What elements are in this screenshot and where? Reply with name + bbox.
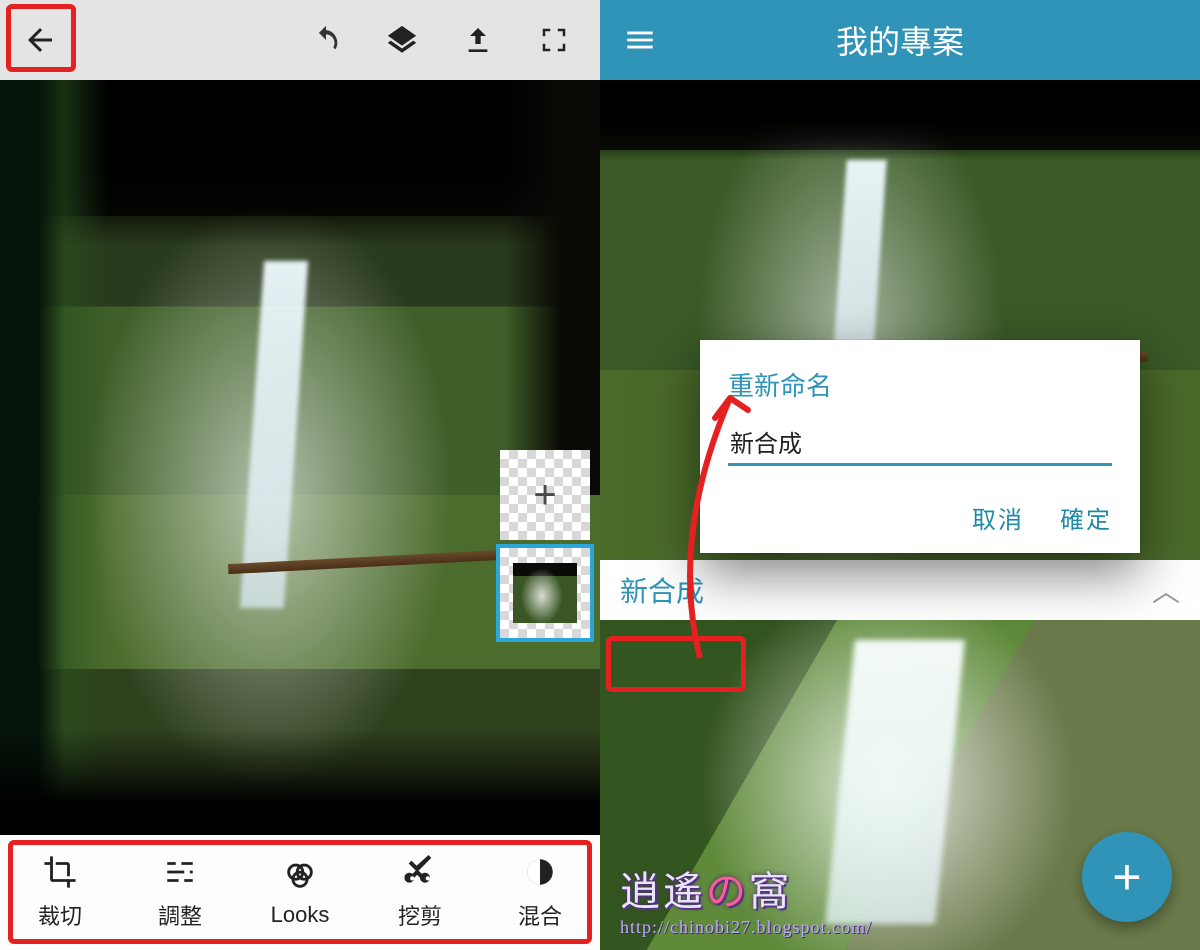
chevron-up-icon[interactable]: ︿ [1152, 570, 1180, 610]
rename-dialog: 重新命名 取消 確定 [700, 340, 1140, 553]
undo-button[interactable] [308, 22, 344, 58]
watermark-url: http://chinobi27.blogspot.com/ [620, 917, 872, 938]
page-title: 我的專案 [600, 17, 1200, 63]
layers-button[interactable] [384, 22, 420, 58]
upload-icon [462, 24, 494, 56]
highlight-annotation [8, 840, 592, 944]
plus-icon: + [533, 473, 556, 518]
add-layer-button[interactable]: + [500, 450, 590, 540]
projects-panel: 我的專案 新合成 ︿ 逍遙の窩 [600, 0, 1200, 950]
project-name: 新合成 [620, 570, 704, 610]
fullscreen-icon [539, 25, 569, 55]
layers-icon [385, 23, 419, 57]
watermark: 逍遙の窩 http://chinobi27.blogspot.com/ [620, 859, 872, 938]
title-bar: 我的專案 [600, 0, 1200, 80]
highlight-annotation [6, 4, 76, 72]
layer-thumb-image [513, 563, 577, 623]
editor-toolbar [0, 0, 600, 80]
undo-icon [309, 23, 343, 57]
new-project-fab[interactable]: + [1082, 832, 1172, 922]
dialog-title: 重新命名 [728, 366, 1112, 403]
highlight-annotation [606, 636, 746, 692]
fullscreen-button[interactable] [536, 22, 572, 58]
canvas[interactable]: + [0, 80, 600, 835]
ok-button[interactable]: 確定 [1060, 500, 1112, 535]
layer-thumbnail[interactable] [500, 548, 590, 638]
share-button[interactable] [460, 22, 496, 58]
tool-bar: 裁切 調整 Looks 挖剪 混合 [0, 835, 600, 950]
cancel-button[interactable]: 取消 [972, 500, 1024, 535]
editor-panel: + 裁切 調整 Looks 挖剪 混合 [0, 0, 600, 950]
plus-icon: + [1112, 848, 1141, 906]
project-title-row[interactable]: 新合成 ︿ [600, 560, 1200, 620]
layer-panel: + [500, 450, 590, 638]
rename-input[interactable] [728, 423, 1112, 466]
project-list[interactable]: 新合成 ︿ 逍遙の窩 http://chinobi27.blogspot.com… [600, 80, 1200, 950]
